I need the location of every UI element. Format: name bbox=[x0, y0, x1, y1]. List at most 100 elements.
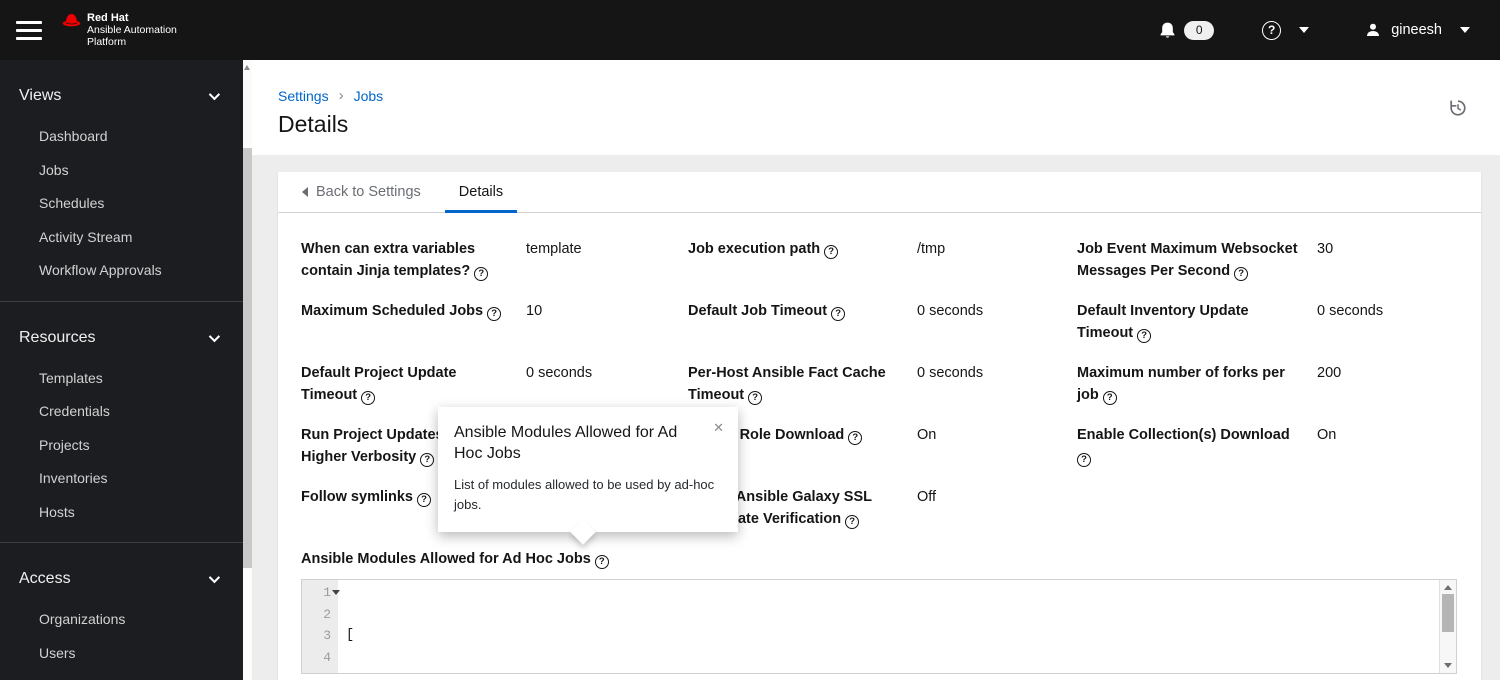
sidebar-item-teams[interactable]: Teams bbox=[0, 670, 243, 680]
detail-label-max-forks: Maximum number of forks per job ? bbox=[1077, 365, 1285, 405]
help-icon[interactable]: ? bbox=[1137, 329, 1152, 343]
section-label: Views bbox=[19, 87, 62, 104]
help-icon[interactable]: ? bbox=[1077, 453, 1091, 467]
tab-details[interactable]: Details bbox=[444, 172, 518, 213]
detail-label-max-scheduled-jobs: Maximum Scheduled Jobs ? bbox=[301, 300, 526, 362]
sidebar-item-jobs[interactable]: Jobs bbox=[0, 154, 243, 188]
sidebar-item-dashboard[interactable]: Dashboard bbox=[0, 120, 243, 154]
masthead: Red Hat Ansible Automation Platform 0 ? … bbox=[0, 0, 1500, 60]
chevron-down-icon bbox=[208, 330, 221, 342]
sidebar-item-activity-stream[interactable]: Activity Stream bbox=[0, 221, 243, 255]
help-icon[interactable]: ? bbox=[487, 307, 502, 321]
help-icon[interactable]: ? bbox=[1234, 267, 1249, 281]
detail-value: On bbox=[1317, 427, 1337, 443]
code-editor-scrollbar[interactable] bbox=[1439, 580, 1456, 673]
detail-label-enable-collections-download: Enable Collection(s) Download ? bbox=[1077, 427, 1290, 467]
tab-back-to-settings[interactable]: Back to Settings bbox=[296, 172, 427, 212]
sidebar-divider bbox=[0, 300, 243, 302]
chevron-down-icon bbox=[208, 88, 221, 101]
tab-bar: Back to Settings Details bbox=[278, 172, 1481, 213]
chevron-down-icon bbox=[208, 571, 221, 584]
detail-value: /tmp bbox=[917, 241, 946, 257]
code-editor-gutter: 1 2 3 4 5 bbox=[302, 580, 340, 673]
help-icon[interactable]: ? bbox=[594, 555, 609, 569]
help-icon[interactable]: ? bbox=[361, 391, 376, 405]
help-menu[interactable]: ? bbox=[1262, 20, 1310, 40]
breadcrumb-separator-icon: › bbox=[338, 87, 344, 104]
breadcrumb-link-settings[interactable]: Settings bbox=[278, 88, 329, 104]
help-icon[interactable]: ? bbox=[1102, 391, 1117, 405]
detail-label-extra-vars-jinja: When can extra variables contain Jinja t… bbox=[301, 238, 526, 300]
caret-left-icon bbox=[302, 187, 308, 197]
help-icon[interactable]: ? bbox=[831, 307, 846, 321]
brand-name: Red Hat bbox=[87, 12, 129, 24]
sidebar-scrollbar[interactable] bbox=[243, 60, 252, 680]
notifications-bell-icon[interactable] bbox=[1159, 21, 1176, 39]
brand-product-line2: Platform bbox=[87, 36, 127, 48]
detail-value: On bbox=[917, 427, 937, 443]
line-number: 3 bbox=[323, 628, 331, 643]
page-title: Details bbox=[278, 111, 349, 137]
sidebar-item-credentials[interactable]: Credentials bbox=[0, 395, 243, 429]
detail-value: 30 bbox=[1317, 241, 1334, 257]
sidebar-section-access[interactable]: Access bbox=[0, 564, 243, 594]
main-content: Settings › Jobs Details Back to Settings… bbox=[252, 60, 1500, 680]
sidebar-item-hosts[interactable]: Hosts bbox=[0, 496, 243, 530]
history-button[interactable] bbox=[1448, 98, 1468, 123]
chevron-down-icon[interactable] bbox=[1460, 27, 1470, 33]
section-label: Resources bbox=[19, 328, 96, 346]
sidebar-item-organizations[interactable]: Organizations bbox=[0, 603, 243, 637]
help-icon[interactable]: ? bbox=[824, 245, 839, 259]
chevron-down-icon[interactable] bbox=[1299, 27, 1310, 33]
sidebar-item-schedules[interactable]: Schedules bbox=[0, 187, 243, 221]
username-label: gineesh bbox=[1391, 22, 1442, 38]
sidebar-item-templates[interactable]: Templates bbox=[0, 362, 243, 396]
detail-label-job-execution-path: Job execution path ? bbox=[688, 238, 917, 300]
scroll-up-arrow-icon[interactable] bbox=[244, 65, 250, 70]
detail-value: Off bbox=[917, 489, 937, 505]
line-number: 2 bbox=[323, 606, 331, 622]
help-icon[interactable]: ? bbox=[417, 493, 432, 507]
sidebar-item-users[interactable]: Users bbox=[0, 637, 243, 671]
sidebar-item-workflow-approvals[interactable]: Workflow Approvals bbox=[0, 254, 243, 288]
redhat-hat-icon bbox=[62, 14, 81, 27]
detail-value: 0 seconds bbox=[917, 303, 984, 319]
code-editor-content[interactable]: [ "command", "shell", "yum", "apt", bbox=[338, 580, 1439, 673]
help-popover: Ansible Modules Allowed for Ad Hoc Jobs … bbox=[438, 407, 738, 545]
brand-product-line1: Ansible Automation bbox=[87, 24, 177, 36]
scrollbar-thumb[interactable] bbox=[1442, 594, 1454, 632]
help-icon[interactable]: ? bbox=[845, 515, 860, 529]
help-icon[interactable]: ? bbox=[748, 391, 763, 405]
detail-value: 0 seconds bbox=[917, 365, 984, 381]
popover-title: Ansible Modules Allowed for Ad Hoc Jobs bbox=[454, 424, 678, 462]
help-icon[interactable]: ? bbox=[420, 453, 435, 467]
code-editor[interactable]: 1 2 3 4 5 [ "command", "shell", "yum", "… bbox=[301, 579, 1457, 674]
user-menu[interactable]: gineesh bbox=[1365, 22, 1470, 38]
detail-value: template bbox=[526, 241, 582, 257]
history-icon bbox=[1450, 100, 1466, 116]
help-icon[interactable]: ? bbox=[1262, 20, 1282, 40]
sidebar-section-resources[interactable]: Resources bbox=[0, 323, 243, 353]
scroll-up-arrow-icon[interactable] bbox=[1444, 585, 1452, 590]
sidebar-nav: Views Dashboard Jobs Schedules Activity … bbox=[0, 60, 243, 680]
sidebar-item-projects[interactable]: Projects bbox=[0, 429, 243, 463]
help-icon[interactable]: ? bbox=[848, 431, 863, 445]
scroll-down-arrow-icon[interactable] bbox=[1444, 663, 1452, 668]
detail-value: 10 bbox=[526, 303, 543, 319]
tab-back-label: Back to Settings bbox=[316, 184, 421, 200]
breadcrumb-link-jobs[interactable]: Jobs bbox=[354, 88, 384, 104]
sidebar-divider bbox=[0, 542, 243, 543]
line-number: 1 bbox=[302, 582, 340, 604]
scrollbar-thumb[interactable] bbox=[243, 148, 252, 568]
sidebar-item-inventories[interactable]: Inventories bbox=[0, 462, 243, 496]
popover-body: List of modules allowed to be used by ad… bbox=[454, 477, 715, 512]
close-icon[interactable]: ✕ bbox=[713, 420, 724, 436]
page-header: Settings › Jobs Details bbox=[252, 60, 1500, 155]
nav-toggle-hamburger-icon[interactable] bbox=[16, 20, 42, 40]
detail-label-default-job-timeout: Default Job Timeout ? bbox=[688, 300, 917, 362]
user-icon bbox=[1367, 23, 1380, 36]
help-icon[interactable]: ? bbox=[474, 267, 489, 281]
sidebar-section-views[interactable]: Views bbox=[0, 81, 243, 111]
notification-count-badge[interactable]: 0 bbox=[1184, 20, 1215, 40]
detail-label-default-inventory-update-timeout: Default Inventory Update Timeout ? bbox=[1077, 303, 1249, 343]
